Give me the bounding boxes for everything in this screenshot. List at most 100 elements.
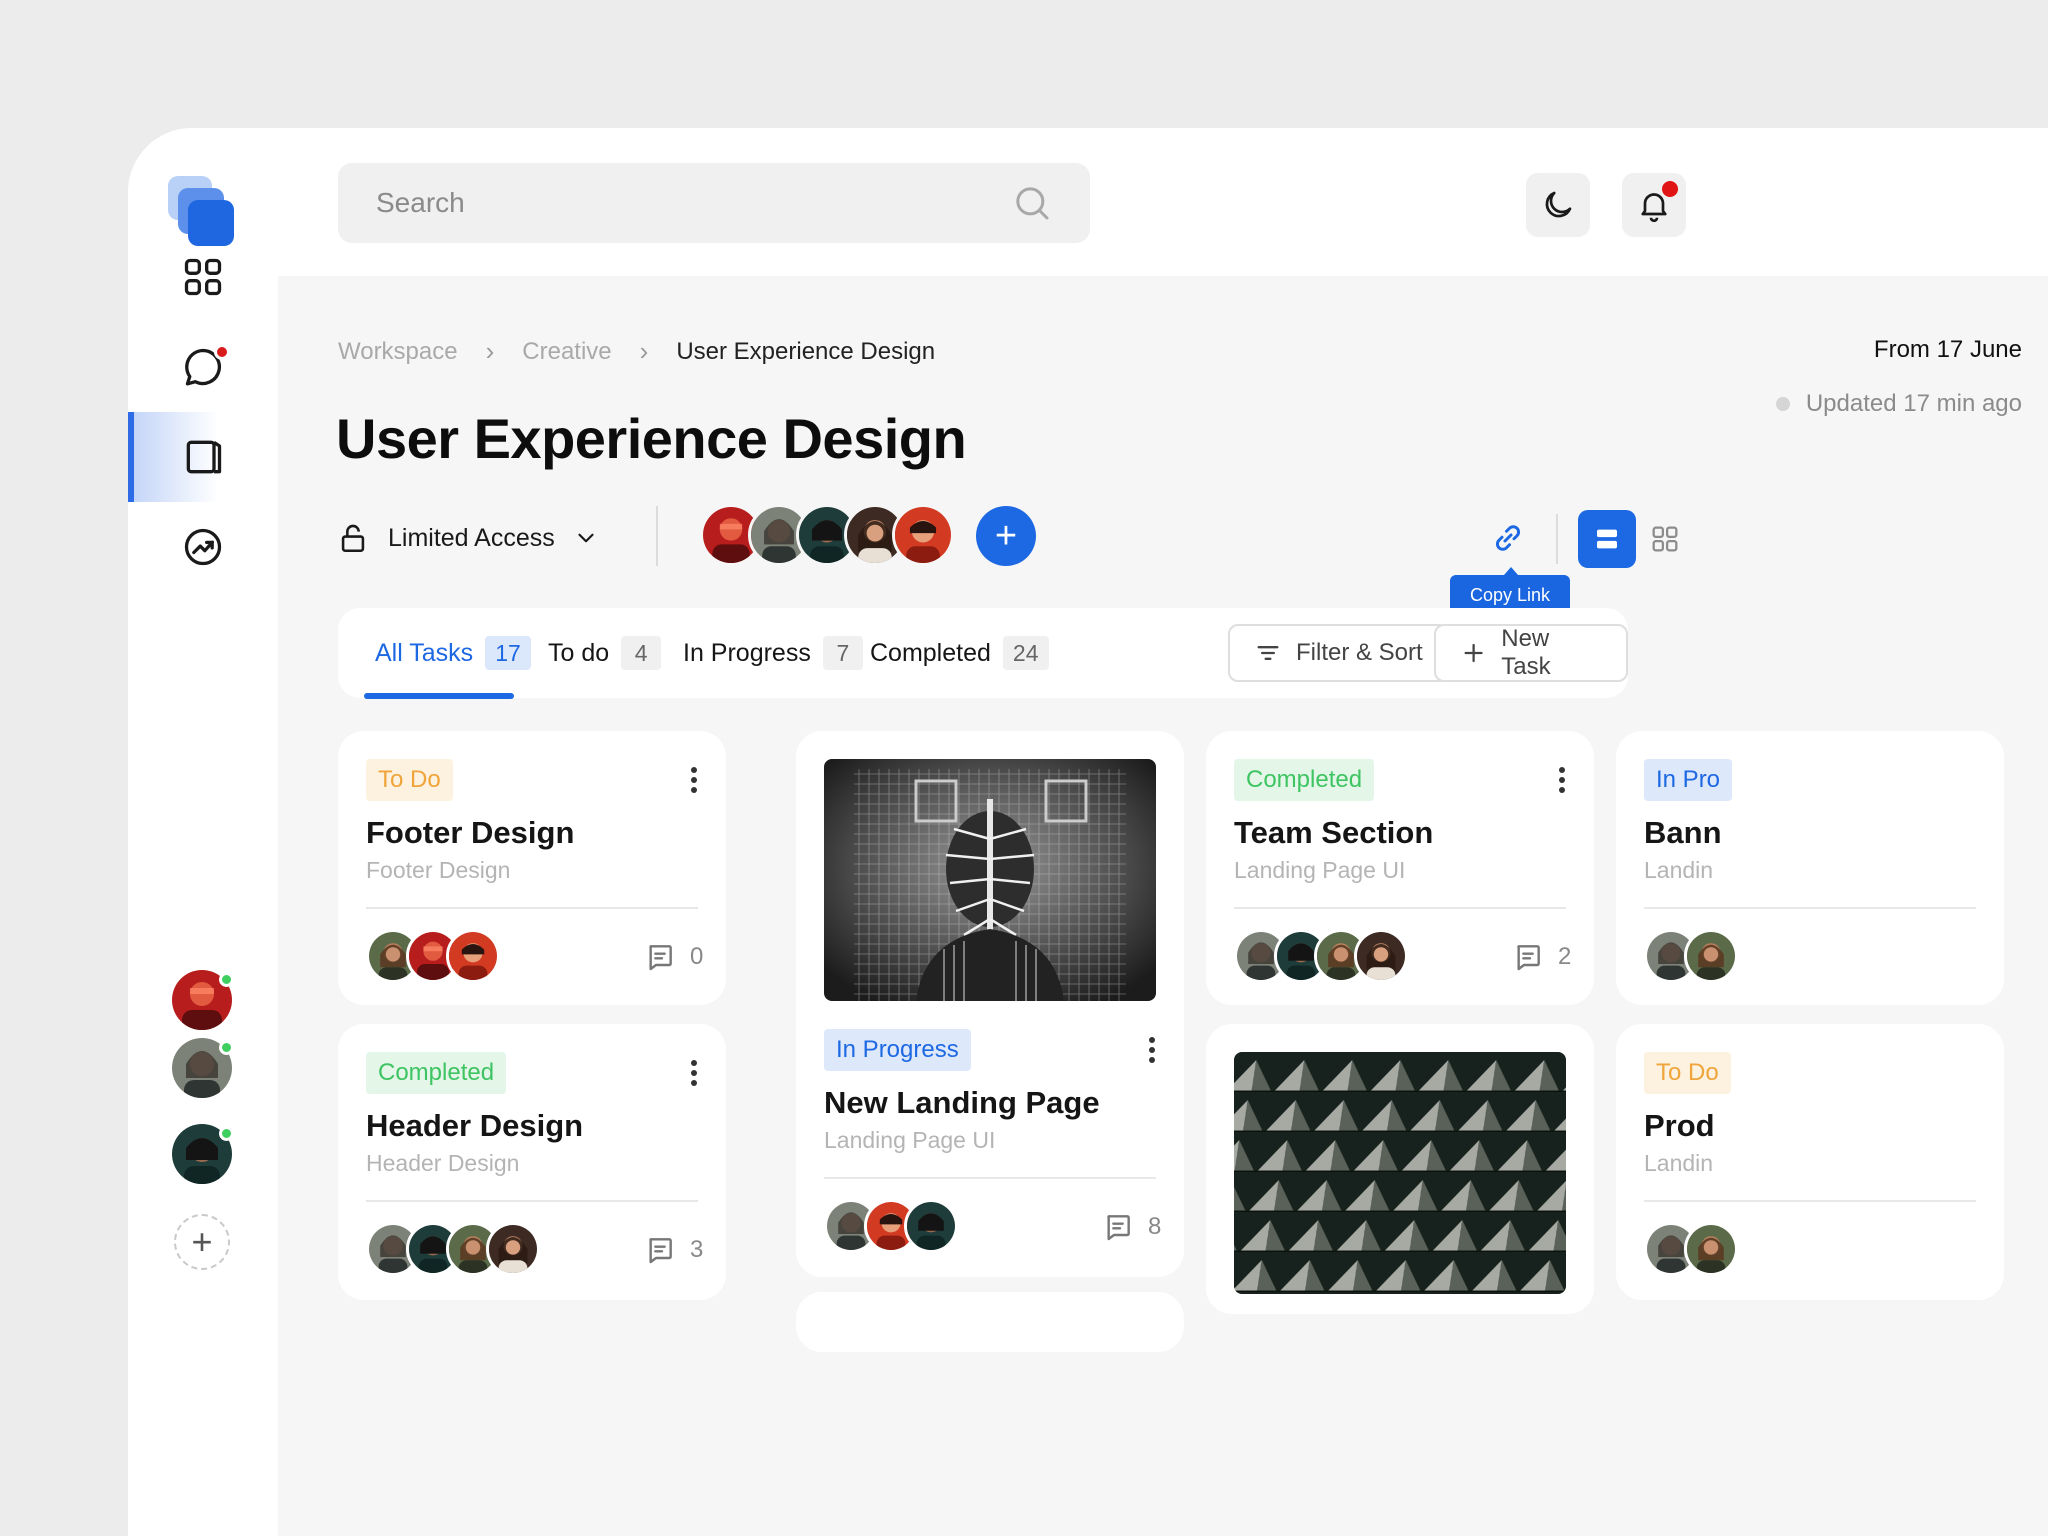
divider <box>366 907 698 909</box>
last-updated: Updated 17 min ago <box>1775 390 2022 418</box>
notification-dot <box>1662 181 1678 197</box>
comment-count[interactable]: 0 <box>644 941 703 973</box>
assignee-avatars[interactable] <box>1234 929 1408 983</box>
task-card-team-section[interactable]: Completed Team Section Landing Page UI 2 <box>1206 731 1594 1005</box>
grid-view-toggle[interactable] <box>1636 510 1694 568</box>
active-tab-indicator <box>364 693 514 699</box>
tab-count: 7 <box>822 636 863 670</box>
search-input[interactable] <box>376 187 1012 219</box>
add-team-member-button[interactable]: + <box>174 1214 230 1270</box>
task-subtitle: Landing Page UI <box>1234 857 1406 883</box>
sidebar-item-messages[interactable] <box>128 322 278 412</box>
task-subtitle: Header Design <box>366 1150 520 1176</box>
breadcrumb-workspace[interactable]: Workspace <box>338 338 458 366</box>
status-badge: To Do <box>1644 1052 1731 1094</box>
tab-all-tasks[interactable]: All Tasks 17 <box>375 608 531 698</box>
tab-label: Completed <box>870 638 991 667</box>
sidebar-item-analytics[interactable] <box>128 502 278 592</box>
search-icon[interactable] <box>1012 183 1052 223</box>
sidebar-item-dashboard[interactable] <box>128 232 278 322</box>
assignee-avatars[interactable] <box>1644 929 1738 983</box>
notifications-button[interactable] <box>1622 173 1686 237</box>
more-options-icon[interactable] <box>682 764 706 800</box>
task-title: Team Section <box>1234 815 1434 850</box>
page-title: User Experience Design <box>336 407 967 470</box>
grid-view-icon <box>1652 526 1678 552</box>
new-task-button[interactable]: New Task <box>1434 624 1628 682</box>
tab-count: 24 <box>1002 636 1049 670</box>
more-options-icon[interactable] <box>682 1057 706 1093</box>
task-card-banner[interactable]: In Pro Bann Landin <box>1616 731 2004 1005</box>
assignee-avatars[interactable] <box>824 1199 958 1253</box>
sidebar: + <box>128 128 278 1536</box>
project-members[interactable] <box>700 504 954 566</box>
comment-count[interactable]: 2 <box>1512 941 1571 973</box>
assignee-avatar[interactable] <box>486 1222 540 1276</box>
task-card-footer-design[interactable]: To Do Footer Design Footer Design 0 <box>338 731 726 1005</box>
status-dot <box>1775 397 1790 411</box>
member-avatar[interactable] <box>892 504 954 566</box>
link-icon <box>1495 525 1521 551</box>
search-bar[interactable] <box>338 163 1090 243</box>
team-member-avatar[interactable] <box>172 1038 234 1098</box>
divider <box>1644 1200 1976 1202</box>
comment-count-value: 8 <box>1148 1213 1162 1240</box>
tab-in-progress[interactable]: In Progress 7 <box>683 608 863 698</box>
trend-up-icon <box>184 528 222 566</box>
moon-icon <box>1545 191 1572 218</box>
filter-sort-button[interactable]: Filter & Sort <box>1228 624 1449 682</box>
comment-count-value: 2 <box>1558 943 1572 970</box>
assignee-avatar[interactable] <box>1684 1222 1738 1276</box>
assignee-avatars[interactable] <box>366 929 500 983</box>
online-status-dot <box>219 1126 234 1141</box>
breadcrumb-current: User Experience Design <box>676 337 936 365</box>
add-member-button[interactable]: + <box>976 506 1036 566</box>
comment-count[interactable]: 8 <box>1102 1211 1161 1243</box>
task-card-header-design[interactable]: Completed Header Design Header Design 3 <box>338 1024 726 1300</box>
status-badge: Completed <box>366 1052 507 1094</box>
plus-icon: + <box>191 1221 213 1262</box>
tab-count: 4 <box>621 636 662 670</box>
task-cover-image <box>824 759 1156 1001</box>
assignee-avatar[interactable] <box>1684 929 1738 983</box>
team-member-avatar[interactable] <box>172 970 234 1030</box>
online-status-dot <box>219 1040 234 1055</box>
task-card-image[interactable] <box>1206 1024 1594 1314</box>
tab-count: 17 <box>485 636 531 670</box>
chevron-right-icon: › <box>485 336 495 366</box>
task-card-product[interactable]: To Do Prod Landin <box>1616 1024 2004 1300</box>
assignee-avatars[interactable] <box>366 1222 540 1276</box>
task-card[interactable] <box>796 1292 1184 1352</box>
comment-count[interactable]: 3 <box>644 1234 703 1266</box>
app-window: + Workspace › Creative › User Experience… <box>128 128 2048 1536</box>
task-tabs: All Tasks 17 To do 4 In Progress 7 Compl… <box>338 608 1628 699</box>
topbar <box>278 128 2048 276</box>
assignee-avatar[interactable] <box>904 1199 958 1253</box>
more-options-icon[interactable] <box>1550 764 1574 800</box>
assignee-avatars[interactable] <box>1644 1222 1738 1276</box>
comment-icon <box>1107 1215 1130 1241</box>
chevron-right-icon: › <box>639 336 649 366</box>
tab-to-do[interactable]: To do 4 <box>548 608 662 698</box>
dark-mode-toggle[interactable] <box>1526 173 1590 237</box>
notification-dot <box>214 344 230 360</box>
tab-label: All Tasks <box>375 638 474 667</box>
copy-link-button[interactable] <box>1484 514 1532 562</box>
breadcrumb-creative[interactable]: Creative <box>522 338 611 366</box>
divider <box>366 1200 698 1202</box>
sidebar-item-projects[interactable] <box>128 412 278 502</box>
assignee-avatar[interactable] <box>446 929 500 983</box>
book-icon <box>186 440 222 474</box>
task-title: Bann <box>1644 815 1722 850</box>
lock-icon <box>341 524 365 553</box>
task-subtitle: Landing Page UI <box>824 1127 996 1153</box>
task-card-new-landing-page[interactable]: In Progress New Landing Page Landing Pag… <box>796 731 1184 1277</box>
assignee-avatar[interactable] <box>1354 929 1408 983</box>
team-member-avatar[interactable] <box>172 1124 234 1184</box>
access-dropdown[interactable]: Limited Access <box>336 521 599 555</box>
list-view-toggle[interactable] <box>1578 510 1636 568</box>
more-options-icon[interactable] <box>1140 1034 1164 1070</box>
access-label: Limited Access <box>388 523 555 552</box>
task-cover-image <box>1234 1052 1566 1294</box>
tab-completed[interactable]: Completed 24 <box>870 608 1049 698</box>
